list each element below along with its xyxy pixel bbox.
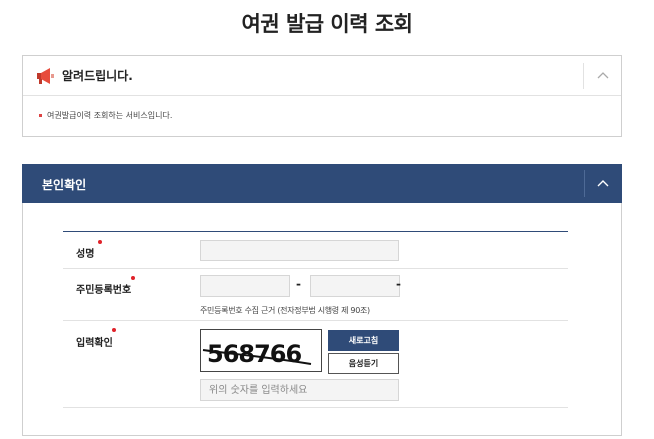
rrn-label: 주민등록번호 (76, 285, 132, 296)
required-dot (112, 328, 116, 332)
chevron-up-icon (597, 72, 609, 79)
rrn-front-input[interactable] (200, 275, 290, 297)
audio-captcha-button[interactable]: 음성듣기 (328, 353, 399, 374)
identity-title: 본인확인 (42, 178, 87, 192)
rrn-back-input[interactable] (310, 275, 400, 297)
notice-header: 알려드립니다. (23, 56, 621, 96)
identity-header: 본인확인 (22, 164, 622, 203)
captcha-text: 568766 (207, 340, 301, 368)
rrn-help-text: 주민등록번호 수집 근거 (전자정부법 시행령 제 90조) (200, 306, 370, 315)
name-input[interactable] (200, 240, 399, 261)
rrn-row: 주민등록번호 - - 주민등록번호 수집 근거 (전자정부법 시행령 제 90조… (63, 269, 568, 321)
identity-panel: 본인확인 성명 주민등록번호 - - 주민등록번호 수집 근거 (전자정부법 시… (22, 164, 622, 436)
name-label: 성명 (76, 249, 95, 260)
bullet-icon (39, 114, 42, 117)
captcha-label: 입력확인 (76, 338, 113, 349)
notice-item-text: 여권발급이력 조회하는 서비스입니다. (47, 111, 173, 120)
required-dot (131, 276, 135, 280)
rrn-trailing-mark: - (396, 277, 401, 291)
name-row: 성명 (63, 232, 568, 269)
captcha-graphic: 568766 (202, 340, 312, 368)
megaphone-icon (37, 68, 54, 84)
rrn-separator: - (296, 277, 301, 291)
page-title: 여권 발급 이력 조회 (241, 12, 414, 36)
captcha-input[interactable] (200, 379, 399, 401)
notice-item: 여권발급이력 조회하는 서비스입니다. (39, 110, 172, 121)
captcha-row: 입력확인 568766 새로고침 음성듣기 (63, 321, 568, 408)
notice-title: 알려드립니다. (62, 69, 133, 83)
chevron-up-icon (597, 180, 609, 187)
notice-collapse-button[interactable] (583, 63, 621, 89)
required-dot (98, 240, 102, 244)
identity-collapse-button[interactable] (584, 170, 622, 197)
identity-form: 성명 주민등록번호 - - 주민등록번호 수집 근거 (전자정부법 시행령 제 … (63, 231, 568, 408)
captcha-image: 568766 (200, 329, 322, 372)
notice-panel: 알려드립니다. 여권발급이력 조회하는 서비스입니다. (22, 55, 622, 137)
refresh-captcha-button[interactable]: 새로고침 (328, 330, 399, 351)
